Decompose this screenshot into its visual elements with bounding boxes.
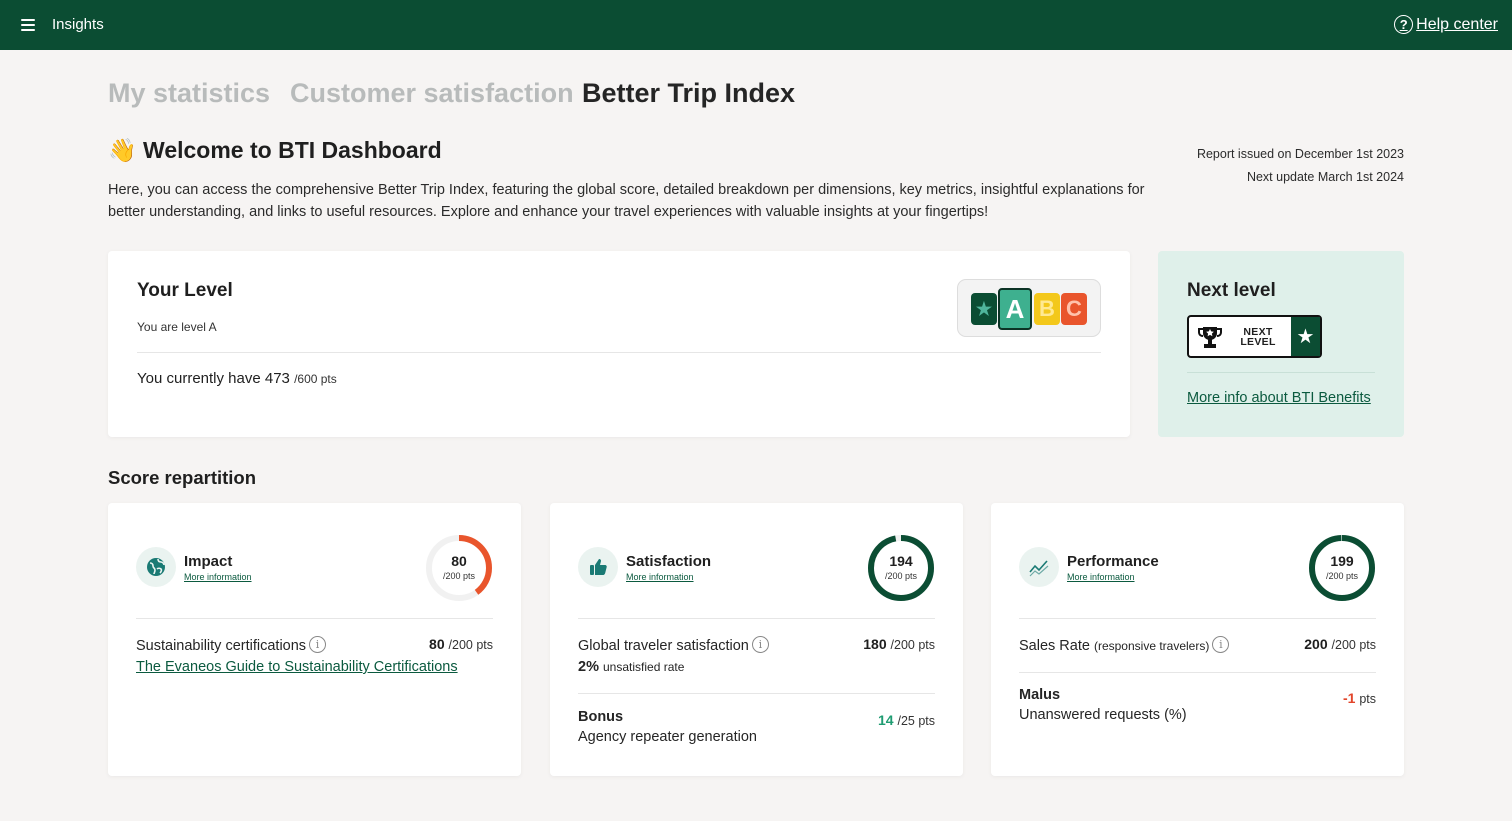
next-level-badge-text: NEXT LEVEL	[1229, 327, 1287, 348]
star-icon: ★	[971, 293, 997, 325]
divider	[578, 618, 935, 619]
row-max: /200 pts	[890, 638, 935, 652]
bonus-detail: Agency repeater generation	[578, 729, 757, 745]
points-max: /600 pts	[294, 372, 337, 386]
current-points-text: You currently have 473	[137, 370, 290, 387]
performance-score-max: /200 pts	[1325, 571, 1359, 581]
performance-card: Performance More information 199 /200 pt…	[991, 503, 1404, 776]
malus-detail: Unanswered requests (%)	[1019, 707, 1187, 723]
satisfaction-more-info-link[interactable]: More information	[626, 572, 694, 582]
row-value: 14	[878, 712, 894, 728]
unsatisfied-rate-value: 2%	[578, 659, 599, 675]
impact-score-max: /200 pts	[442, 571, 476, 581]
satisfaction-score-ring: 194 /200 pts	[867, 534, 935, 602]
divider	[136, 618, 493, 619]
tab-my-statistics[interactable]: My statistics	[108, 78, 270, 109]
thumbs-up-icon	[578, 547, 618, 587]
score-repartition-title: Score repartition	[108, 467, 257, 488]
bonus-value: 14 /25 pts	[878, 712, 935, 728]
level-b-badge: B	[1034, 293, 1060, 325]
level-badge: ★ A B C	[957, 279, 1101, 337]
row-value: -1	[1342, 690, 1356, 706]
divider	[578, 693, 935, 694]
next-level-badge: NEXT LEVEL ★	[1187, 315, 1322, 358]
impact-score-ring: 80 /200 pts	[425, 534, 493, 602]
satisfaction-score-max: /200 pts	[884, 571, 918, 581]
row-label-text: Sustainability certifications	[136, 638, 307, 654]
impact-score: 80	[451, 553, 467, 569]
next-update: Next update March 1st 2024	[1246, 170, 1404, 184]
next-level-card: Next level NEXT LEVEL ★ More info about …	[1158, 251, 1404, 437]
trend-chart-icon	[1019, 547, 1059, 587]
row-max: /25 pts	[897, 714, 935, 728]
divider	[137, 352, 1101, 353]
app-title: Insights	[52, 16, 104, 33]
report-issued: Report issued on December 1st 2023	[1196, 147, 1404, 161]
help-icon: ?	[1394, 15, 1414, 34]
page-title-text: Welcome to BTI Dashboard	[143, 137, 442, 163]
satisfaction-score: 194	[889, 553, 913, 569]
globe-icon	[136, 547, 176, 587]
info-icon[interactable]: i	[1212, 636, 1230, 653]
your-level-title: Your Level	[137, 280, 233, 301]
performance-more-info-link[interactable]: More information	[1067, 572, 1135, 582]
bti-benefits-link[interactable]: More info about BTI Benefits	[1187, 390, 1371, 406]
satisfaction-card: Satisfaction More information 194 /200 p…	[550, 503, 963, 776]
sales-rate-label: Sales Rate (responsive travelers) i	[1019, 636, 1230, 654]
info-icon[interactable]: i	[751, 636, 769, 653]
divider	[1187, 372, 1375, 373]
sustainability-guide-link[interactable]: The Evaneos Guide to Sustainability Cert…	[136, 659, 458, 675]
info-icon[interactable]: i	[309, 636, 327, 653]
next-level-title: Next level	[1187, 280, 1276, 301]
badge-text-line-2: LEVEL	[1240, 336, 1276, 348]
wave-emoji: 👋	[108, 137, 137, 163]
menu-icon[interactable]	[21, 19, 35, 31]
divider	[1019, 672, 1376, 673]
performance-score: 199	[1330, 553, 1354, 569]
level-c-badge: C	[1061, 293, 1087, 325]
unsatisfied-rate: 2% unsatisfied rate	[578, 659, 684, 675]
performance-title: Performance	[1067, 553, 1159, 570]
row-max: /200 pts	[448, 638, 493, 652]
row-max: /200 pts	[1331, 638, 1376, 652]
trophy-icon	[1198, 327, 1222, 348]
row-value: 80	[429, 636, 445, 652]
top-bar: Insights ? Help center	[0, 0, 1512, 50]
row-label-text: Sales Rate	[1019, 638, 1090, 654]
impact-more-info-link[interactable]: More information	[184, 572, 252, 582]
tab-customer-satisfaction[interactable]: Customer satisfaction	[290, 78, 574, 109]
unsatisfied-rate-label: unsatisfied rate	[603, 660, 685, 674]
tab-better-trip-index[interactable]: Better Trip Index	[582, 78, 795, 109]
help-center-link[interactable]: ? Help center	[1394, 15, 1498, 34]
row-value: 180	[863, 636, 887, 652]
row-value: 200	[1304, 636, 1328, 652]
page-title: 👋 Welcome to BTI Dashboard	[108, 137, 442, 164]
sales-rate-value: 200 /200 pts	[1304, 636, 1376, 652]
impact-title: Impact	[184, 553, 233, 570]
your-level-card: Your Level You are level A You currently…	[108, 251, 1130, 437]
malus-label: Malus	[1019, 687, 1061, 703]
divider	[1019, 618, 1376, 619]
report-dates: Report issued on December 1st 2023 Next …	[1197, 143, 1404, 189]
row-max: pts	[1359, 692, 1376, 706]
global-traveler-satisfaction-label: Global traveler satisfaction i	[578, 636, 769, 654]
star-icon: ★	[1291, 317, 1320, 356]
satisfaction-title: Satisfaction	[626, 553, 712, 570]
intro-text: Here, you can access the comprehensive B…	[108, 182, 1145, 220]
row-label-text: Global traveler satisfaction	[578, 638, 749, 654]
help-center-label: Help center	[1416, 15, 1498, 33]
current-points: You currently have 473 /600 pts	[137, 370, 337, 387]
sustainability-certifications-value: 80 /200 pts	[429, 636, 493, 652]
row-label-small: (responsive travelers)	[1093, 639, 1210, 653]
level-a-badge: A	[998, 288, 1032, 330]
your-level-subtitle: You are level A	[137, 320, 217, 334]
sustainability-certifications-label: Sustainability certifications i	[136, 636, 327, 654]
impact-card: Impact More information 80 /200 pts Sust…	[108, 503, 521, 776]
malus-value: -1 pts	[1343, 690, 1376, 706]
bonus-label: Bonus	[578, 709, 624, 725]
global-traveler-satisfaction-value: 180 /200 pts	[863, 636, 935, 652]
performance-score-ring: 199 /200 pts	[1308, 534, 1376, 602]
